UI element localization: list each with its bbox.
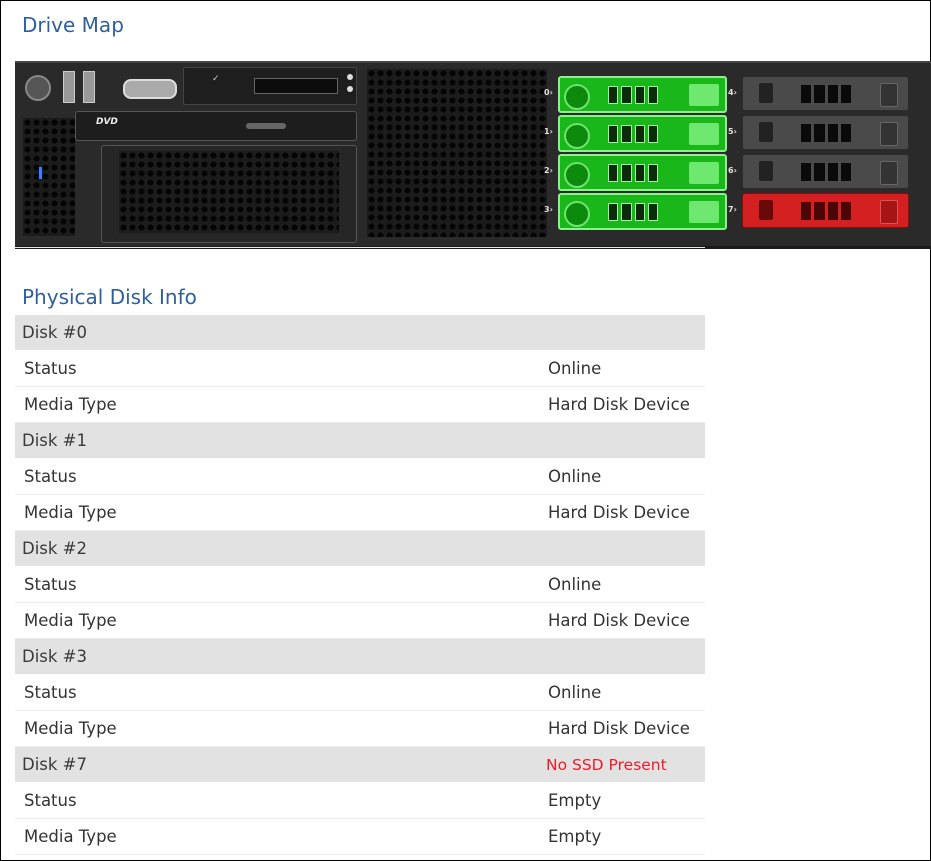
optical-drive: DVD [75, 111, 357, 141]
dvd-logo: DVD [96, 117, 118, 127]
row-label: Status [24, 791, 77, 810]
bay-latch-icon [880, 122, 898, 146]
bay-vent-icon [801, 202, 851, 220]
disk-name: Disk #0 [22, 323, 88, 342]
row-value: Hard Disk Device [548, 611, 690, 630]
row-label: Status [24, 467, 77, 486]
physical-disk-info-title: Physical Disk Info [22, 285, 197, 309]
bay-latch-icon [689, 201, 719, 223]
bay-number-6: 6› [728, 166, 737, 175]
row-label: Media Type [24, 719, 117, 738]
row-label: Media Type [24, 395, 117, 414]
bay-vent-icon [801, 163, 851, 181]
disk-name: Disk #3 [22, 647, 88, 666]
disk-name: Disk #1 [22, 431, 88, 450]
bay-handle-icon [564, 123, 590, 149]
bay-vent-icon [801, 85, 851, 103]
drive-map-title: Drive Map [22, 13, 124, 37]
bay-handle-icon [759, 161, 773, 181]
disk-header-row: Disk #7 No SSD Present [15, 747, 705, 783]
drive-bay-2[interactable] [558, 154, 727, 191]
row-value: Online [548, 575, 602, 594]
disk-media-type-row: Media Type Hard Disk Device [15, 387, 705, 423]
row-value: Online [548, 683, 602, 702]
bay-vent-icon [608, 164, 658, 182]
disk-media-type-row: Media Type Hard Disk Device [15, 711, 705, 747]
bay-number-4: 4› [728, 88, 737, 97]
row-value: Online [548, 359, 602, 378]
disk-status-row: Status Empty [15, 783, 705, 819]
disk-status-row: Status Online [15, 459, 705, 495]
disk-header-value: No SSD Present [546, 755, 667, 774]
row-value: Hard Disk Device [548, 395, 690, 414]
vga-port-icon [123, 79, 177, 99]
bay-vent-icon [608, 86, 658, 104]
bay-latch-icon [880, 83, 898, 107]
bay-latch-icon [689, 123, 719, 145]
row-label: Status [24, 359, 77, 378]
row-label: Media Type [24, 827, 117, 846]
disk-header-row: Disk #1 [15, 423, 705, 459]
bay-vent-icon [608, 203, 658, 221]
row-label: Status [24, 683, 77, 702]
row-label: Media Type [24, 503, 117, 522]
drive-bay-3[interactable] [558, 193, 727, 230]
bay-latch-icon [880, 161, 898, 185]
drive-bay-4[interactable] [742, 76, 909, 111]
disk-header-row: Disk #3 [15, 639, 705, 675]
lcd-panel: ✓ [183, 67, 357, 105]
power-button-icon [25, 75, 51, 101]
disk-name: Disk #2 [22, 539, 88, 558]
row-value: Hard Disk Device [548, 719, 690, 738]
bay-handle-icon [564, 201, 590, 227]
bay-handle-icon [759, 200, 773, 220]
bay-latch-icon [689, 162, 719, 184]
disk-media-type-row: Media Type Hard Disk Device [15, 495, 705, 531]
bay-handle-icon [564, 162, 590, 188]
row-value: Empty [548, 827, 602, 846]
drive-bay-1[interactable] [558, 115, 727, 152]
drive-bay-5[interactable] [742, 115, 909, 150]
bay-number-7: 7› [728, 205, 737, 214]
bay-vent-icon [801, 124, 851, 142]
usb-port-icon [83, 71, 95, 103]
bay-latch-icon [880, 200, 898, 224]
bay-number-5: 5› [728, 127, 737, 136]
row-value: Hard Disk Device [548, 503, 690, 522]
row-label: Media Type [24, 611, 117, 630]
bay-handle-icon [564, 84, 590, 110]
bay-handle-icon [759, 122, 773, 142]
disk-media-type-row: Media Type Empty [15, 819, 705, 855]
physical-disk-table: Disk #0 Status Online Media Type Hard Disk D… [15, 315, 705, 855]
bay-number-3: 3› [544, 205, 553, 214]
disk-media-type-row: Media Type Hard Disk Device [15, 603, 705, 639]
disk-name: Disk #7 [22, 755, 88, 774]
divider [15, 247, 705, 248]
row-value: Empty [548, 791, 602, 810]
bay-latch-icon [689, 84, 719, 106]
disk-status-row: Status Online [15, 675, 705, 711]
server-chassis: ✓ DVD 0› 1› 2› 3› 4› 5› 6› 7› [15, 61, 931, 249]
drive-bay-6[interactable] [742, 154, 909, 189]
drive-bay-0[interactable] [558, 76, 727, 113]
bay-handle-icon [759, 83, 773, 103]
disk-header-row: Disk #0 [15, 315, 705, 351]
disk-header-row: Disk #2 [15, 531, 705, 567]
disk-status-row: Status Online [15, 567, 705, 603]
row-value: Online [548, 467, 602, 486]
disk-status-row: Status Online [15, 351, 705, 387]
row-label: Status [24, 575, 77, 594]
drive-bay-7[interactable] [742, 193, 909, 228]
usb-port-icon [63, 71, 75, 103]
bay-vent-icon [608, 125, 658, 143]
bay-number-0: 0› [544, 88, 553, 97]
bay-number-1: 1› [544, 127, 553, 136]
bay-number-2: 2› [544, 166, 553, 175]
